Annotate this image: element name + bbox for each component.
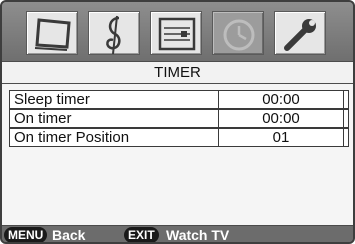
timer-menu-tab[interactable] bbox=[212, 11, 264, 55]
on-timer-position-row[interactable]: On timer Position 01 bbox=[9, 128, 349, 147]
row-label: On timer Position bbox=[14, 129, 130, 146]
sound-menu-tab[interactable] bbox=[88, 11, 140, 55]
clock-icon bbox=[223, 19, 255, 51]
footer-bar: MENU Back EXIT Watch TV bbox=[2, 225, 353, 243]
tools-menu-tab[interactable] bbox=[274, 11, 326, 55]
exit-key[interactable]: EXIT bbox=[124, 227, 159, 242]
picture-menu-tab[interactable] bbox=[26, 11, 78, 55]
row-value[interactable]: 01 bbox=[218, 128, 344, 147]
back-label: Back bbox=[52, 227, 86, 243]
row-value[interactable]: 00:00 bbox=[218, 90, 344, 109]
setup-menu-tab[interactable] bbox=[150, 11, 202, 55]
menu-key[interactable]: MENU bbox=[4, 227, 48, 242]
row-label: On timer bbox=[14, 110, 72, 127]
picture-icon bbox=[34, 18, 71, 51]
setup-icon bbox=[158, 17, 196, 51]
row-value[interactable]: 00:00 bbox=[218, 109, 344, 128]
watch-tv-label: Watch TV bbox=[166, 227, 230, 243]
wrench-icon bbox=[284, 19, 316, 51]
on-timer-row[interactable]: On timer 00:00 bbox=[9, 109, 349, 128]
menu-icon-bar bbox=[2, 2, 353, 61]
timer-settings-list: Sleep timer 00:00 On timer 00:00 On time… bbox=[2, 84, 353, 225]
tv-menu-screen: TIMER Sleep timer 00:00 On timer 00:00 O… bbox=[0, 0, 355, 244]
sleep-timer-row[interactable]: Sleep timer 00:00 bbox=[9, 90, 349, 109]
row-label: Sleep timer bbox=[14, 91, 90, 108]
sound-icon bbox=[106, 15, 121, 55]
menu-title: TIMER bbox=[2, 61, 353, 84]
